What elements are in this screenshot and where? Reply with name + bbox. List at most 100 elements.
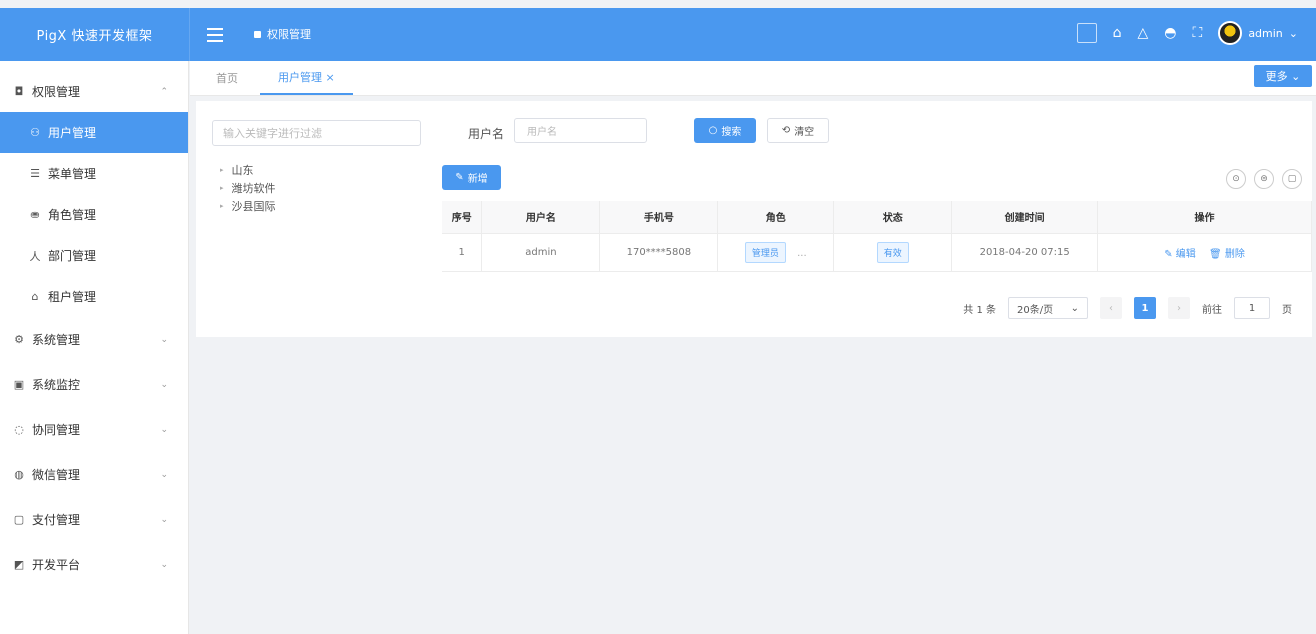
top-header: PigX 快速开发框架 权限管理 ⌂ △ ◓ ⛶ admin ⌄ [0,8,1316,61]
chevron-down-icon: ⌄ [160,469,168,480]
column-header[interactable]: 创建时间 [951,201,1099,234]
cell-username: admin [481,233,601,272]
avatar[interactable] [1218,21,1243,45]
main-panel: 输入关键字进行过滤 ▸ 山东 ▸ 潍坊软件 ▸ 沙县国际 用户名 用户名 ○ 搜索 ⟲… [196,101,1312,337]
sidebar: ◘ 权限管理 ⌃ ⚇ 用户管理 ☰ 菜单管理 ⛂ 角色管理 ⼈ 部门管理 ⌂ 租… [0,61,189,634]
tree-node[interactable]: ▸ 潍坊软件 [220,179,276,197]
search-button[interactable]: ○ 搜索 [694,118,756,143]
sidebar-item-collab[interactable]: ◌ 协同管理 ⌄ [0,407,188,452]
cell-created: 2018-04-20 07:15 [951,233,1099,272]
search-icon: ○ [708,125,718,136]
total-count: 共 1 条 [963,304,996,316]
table-tools: ⊙ ⊜ ▢ [1226,169,1302,189]
prev-page-button[interactable]: ‹ [1100,297,1122,319]
tree-node[interactable]: ▸ 沙县国际 [220,197,276,215]
home-icon[interactable]: ⌂ [1113,25,1122,41]
add-button-label: 新增 [467,174,488,185]
next-page-button[interactable]: › [1168,297,1190,319]
bell-icon[interactable]: △ [1138,25,1149,41]
sidebar-item-monitor[interactable]: ▣ 系统监控 ⌄ [0,362,188,407]
chevron-down-icon: ⌄ [1288,26,1298,40]
cell-actions: ✎ 编辑 🗑 删除 [1097,233,1312,272]
chevron-up-icon: ⌃ [160,86,168,97]
add-button[interactable]: ✎ 新增 [442,165,501,190]
tree-node-label: 沙县国际 [231,200,276,213]
sidebar-item-permission[interactable]: ◘ 权限管理 ⌃ [0,71,188,112]
role-tag: 管理员 [744,241,786,263]
sidebar-item-label: 系统监控 [32,378,81,392]
page-number-button[interactable]: 1 [1134,297,1156,319]
column-header[interactable]: 操作 [1097,201,1312,234]
page-size-select[interactable]: 20条/页 ⌄ [1008,297,1088,319]
sidebar-item-roles[interactable]: ⛂ 角色管理 [0,194,188,235]
edit-icon: ✎ [455,172,464,183]
chevron-down-icon: ⌄ [160,424,168,435]
chevron-down-icon: ⌄ [160,559,168,570]
sidebar-item-tenants[interactable]: ⌂ 租户管理 [0,276,188,317]
cell-phone: 170****5808 [599,233,719,272]
reset-button-label: 清空 [794,127,815,138]
menu-toggle-icon[interactable] [207,28,223,42]
sidebar-item-devplatform[interactable]: ◩ 开发平台 ⌄ [0,542,188,587]
lock-screen-icon[interactable] [1076,23,1097,43]
sidebar-item-payment[interactable]: ▢ 支付管理 ⌄ [0,497,188,542]
tenant-icon: ⌂ [31,290,39,303]
sidebar-item-menus[interactable]: ☰ 菜单管理 [0,153,188,194]
theme-icon[interactable]: ◓ [1164,25,1176,41]
caret-right-icon: ▸ [220,166,224,174]
goto-page-input[interactable]: 1 [1234,297,1270,319]
delete-link[interactable]: 🗑 删除 [1209,249,1245,260]
chevron-down-icon: ⌄ [160,514,168,525]
tab-bar: 首页 用户管理 × 更多 ⌄ [190,61,1316,96]
more-button[interactable]: 更多 ⌄ [1254,65,1312,87]
payment-icon: ▢ [13,513,25,526]
user-menu[interactable]: admin ⌄ [1218,21,1298,45]
username-input[interactable]: 用户名 [514,118,647,143]
column-header[interactable]: 角色 [717,201,835,234]
sidebar-item-label: 部门管理 [48,249,97,263]
sidebar-item-users[interactable]: ⚇ 用户管理 [0,112,188,153]
fullscreen-icon[interactable]: ⛶ [1193,25,1203,41]
edit-label: 编辑 [1175,248,1196,260]
edit-icon: ✎ [1164,248,1173,260]
devplatform-icon: ◩ [13,558,25,571]
column-header[interactable]: 状态 [833,201,953,234]
chevron-down-icon: ⌄ [1070,302,1079,314]
edit-link[interactable]: ✎ 编辑 [1164,249,1196,260]
tab-home[interactable]: 首页 [216,61,238,95]
sidebar-item-system[interactable]: ⚙ 系统管理 ⌄ [0,317,188,362]
table-row: 1 admin 170****5808 管理员 ... 有效 2018-04-2… [442,233,1312,272]
sidebar-item-label: 权限管理 [32,85,81,99]
sidebar-item-wechat[interactable]: ◍ 微信管理 ⌄ [0,452,188,497]
sidebar-item-label: 微信管理 [32,468,81,482]
wechat-icon: ◍ [14,468,24,481]
tree-filter-input[interactable]: 输入关键字进行过滤 [212,120,421,146]
tree-node-label: 潍坊软件 [231,182,276,195]
trash-icon: 🗑 [1208,248,1222,260]
tree-node[interactable]: ▸ 山东 [220,161,276,179]
sidebar-item-departments[interactable]: ⼈ 部门管理 [0,235,188,276]
sidebar-item-label: 支付管理 [32,513,81,527]
refresh-icon[interactable]: ⊙ [1226,169,1246,189]
caret-right-icon: ▸ [220,202,224,210]
page-suffix: 页 [1282,304,1292,316]
sidebar-item-label: 租户管理 [48,290,97,304]
reset-button[interactable]: ⟲ 清空 [767,118,829,143]
sidebar-item-label: 菜单管理 [48,167,97,181]
dept-tree: ▸ 山东 ▸ 潍坊软件 ▸ 沙县国际 [220,161,276,215]
header-actions: ⌂ △ ◓ ⛶ admin ⌄ [1076,21,1298,45]
search-toggle-icon[interactable]: ▢ [1282,169,1302,189]
cell-status: 有效 [833,233,953,272]
column-header[interactable]: 用户名 [481,201,601,234]
column-header[interactable]: 手机号 [599,201,719,234]
app-logo[interactable]: PigX 快速开发框架 [0,8,190,61]
user-name: admin [1248,26,1283,40]
columns-icon[interactable]: ⊜ [1254,169,1274,189]
column-header[interactable]: 序号 [442,201,483,234]
tab-users[interactable]: 用户管理 × [260,61,353,95]
system-icon: ⚙ [14,333,24,346]
sidebar-item-label: 角色管理 [48,208,97,222]
breadcrumb-label: 权限管理 [267,28,311,41]
cell-role: 管理员 ... [717,233,835,272]
users-icon: ⚇ [30,126,40,139]
